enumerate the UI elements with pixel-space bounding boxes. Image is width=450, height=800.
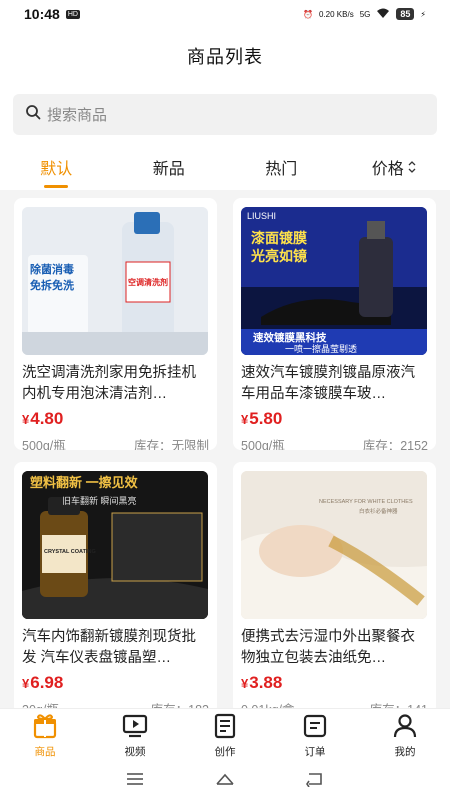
thumb-text: 除菌消毒 — [30, 262, 74, 276]
product-stock: 库存：2152 — [362, 439, 428, 450]
system-nav-bar — [0, 762, 450, 800]
product-spec: 500g/瓶 — [241, 439, 285, 450]
net-speed: 0.20 KB/s — [319, 9, 354, 19]
thumb-text: 白衣衫必备神器 — [359, 507, 398, 515]
product-meta: 500g/瓶 库存：2152 — [241, 435, 428, 450]
battery-indicator: 85 — [396, 8, 415, 20]
tab-hot[interactable]: 热门 — [225, 144, 338, 190]
search-input[interactable]: 搜索商品 — [13, 94, 437, 135]
product-image: NECESSARY FOR WHITE CLOTHES 白衣衫必备神器 — [241, 471, 427, 619]
product-image: 除菌消毒 免拆免洗 空调清洗剂 — [22, 207, 208, 355]
tabbar-item-mine[interactable]: 我的 — [360, 709, 450, 762]
product-spec: 500g/瓶 — [22, 439, 66, 450]
product-price: ¥5.80 — [241, 409, 428, 429]
tabbar-label: 商品 — [34, 745, 56, 758]
tabbar-label: 创作 — [214, 745, 236, 758]
alarm-icon: ⏰ — [303, 9, 313, 19]
tab-default[interactable]: 默认 — [0, 144, 113, 190]
tabbar-item-video[interactable]: 视频 — [90, 709, 180, 762]
search-section: 搜索商品 — [0, 84, 450, 144]
signal-label: 5G — [359, 9, 371, 19]
thumb-text: 漆面镀膜 — [251, 230, 307, 246]
tab-label: 热门 — [265, 161, 298, 178]
wifi-icon — [376, 8, 390, 21]
thumb-text: 空调清洗剂 — [128, 277, 168, 287]
status-bar: 10:48 HD ⏰ 0.20 KB/s 5G 85 ⚡ — [0, 0, 450, 28]
product-price: ¥6.98 — [22, 673, 209, 693]
product-name: 洗空调清洗剂家用免拆挂机内机专用泡沫清洁剂… — [22, 365, 196, 402]
product-name: 便携式去污湿巾外出聚餐衣物独立包装去油纸免… — [241, 629, 415, 666]
sort-tabs: 默认 新品 热门 价格 — [0, 144, 450, 190]
price-value: 5.80 — [249, 409, 283, 428]
user-icon — [391, 713, 419, 744]
tab-new[interactable]: 新品 — [113, 144, 226, 190]
tab-price[interactable]: 价格 — [338, 144, 450, 190]
product-image: LIUSHI 漆面镀膜 光亮如镜 速效镀膜黑科技 一喷一擦晶莹剔透 — [241, 207, 427, 355]
tabbar-item-products[interactable]: 商品 — [0, 709, 90, 762]
tabbar-item-create[interactable]: 创作 — [180, 709, 270, 762]
sort-arrows-icon — [408, 161, 416, 173]
status-time: 10:48 — [24, 6, 60, 22]
status-badge: HD — [65, 9, 80, 19]
tab-label: 价格 — [371, 161, 404, 178]
currency-symbol: ¥ — [22, 412, 30, 427]
thumb-text: 光亮如镜 — [250, 248, 307, 264]
thumb-text: 速效镀膜黑科技 — [253, 331, 327, 344]
thumb-text: 一喷一擦晶莹剔透 — [285, 343, 357, 354]
product-card[interactable]: 塑料翻新 一擦见效 旧车翻新 瞬间黑亮 CRYSTAL COATING 汽车内饰… — [14, 462, 217, 714]
thumb-text: NECESSARY FOR WHITE CLOTHES — [319, 499, 413, 505]
gift-icon — [31, 713, 59, 744]
product-card[interactable]: LIUSHI 漆面镀膜 光亮如镜 速效镀膜黑科技 一喷一擦晶莹剔透 速效汽车镀膜… — [233, 198, 436, 450]
app-header: 商品列表 — [0, 28, 450, 84]
product-price: ¥3.88 — [241, 673, 428, 693]
home-icon[interactable] — [214, 771, 236, 792]
status-icons: ⏰ 0.20 KB/s 5G 85 ⚡ — [303, 8, 426, 21]
product-name: 速效汽车镀膜剂镀晶原液汽车用品车漆镀膜车玻… — [241, 365, 415, 402]
currency-symbol: ¥ — [241, 412, 249, 427]
create-icon — [211, 713, 239, 744]
back-icon[interactable] — [304, 771, 326, 792]
price-value: 3.88 — [249, 673, 283, 692]
product-stock: 库存：无限制 — [133, 439, 209, 450]
search-placeholder: 搜索商品 — [47, 107, 108, 124]
video-icon — [121, 713, 149, 744]
thumb-text: 旧车翻新 瞬间黑亮 — [62, 495, 137, 506]
tabbar-label: 订单 — [304, 745, 326, 758]
product-card[interactable]: 除菌消毒 免拆免洗 空调清洗剂 洗空调清洗剂家用免拆挂机内机专用泡沫清洁剂… ¥… — [14, 198, 217, 450]
currency-symbol: ¥ — [241, 676, 249, 691]
product-image: 塑料翻新 一擦见效 旧车翻新 瞬间黑亮 CRYSTAL COATING — [22, 471, 208, 619]
tab-label: 默认 — [40, 161, 73, 178]
product-name: 汽车内饰翻新镀膜剂现货批发 汽车仪表盘镀晶塑… — [22, 629, 196, 666]
tab-label: 新品 — [152, 161, 185, 178]
menu-icon[interactable] — [124, 771, 146, 792]
bottom-tab-bar: 商品 视频 创作 订单 我的 — [0, 708, 450, 762]
tabbar-label: 视频 — [124, 745, 146, 758]
product-price: ¥4.80 — [22, 409, 209, 429]
thumb-text: LIUSHI — [247, 211, 276, 221]
price-value: 4.80 — [30, 409, 64, 428]
tabbar-label: 我的 — [394, 745, 416, 758]
charging-icon: ⚡ — [420, 9, 426, 19]
search-icon — [25, 104, 41, 125]
thumb-text: CRYSTAL COATING — [44, 549, 96, 555]
tabbar-item-orders[interactable]: 订单 — [270, 709, 360, 762]
product-grid: 除菌消毒 免拆免洗 空调清洗剂 洗空调清洗剂家用免拆挂机内机专用泡沫清洁剂… ¥… — [14, 198, 436, 714]
thumb-text: 塑料翻新 一擦见效 — [30, 475, 139, 490]
product-meta: 500g/瓶 库存：无限制 — [22, 435, 209, 450]
product-card[interactable]: NECESSARY FOR WHITE CLOTHES 白衣衫必备神器 便携式去… — [233, 462, 436, 714]
thumb-text: 免拆免洗 — [30, 278, 74, 292]
page-title: 商品列表 — [187, 47, 263, 67]
order-icon — [301, 713, 329, 744]
currency-symbol: ¥ — [22, 676, 30, 691]
price-value: 6.98 — [30, 673, 64, 692]
